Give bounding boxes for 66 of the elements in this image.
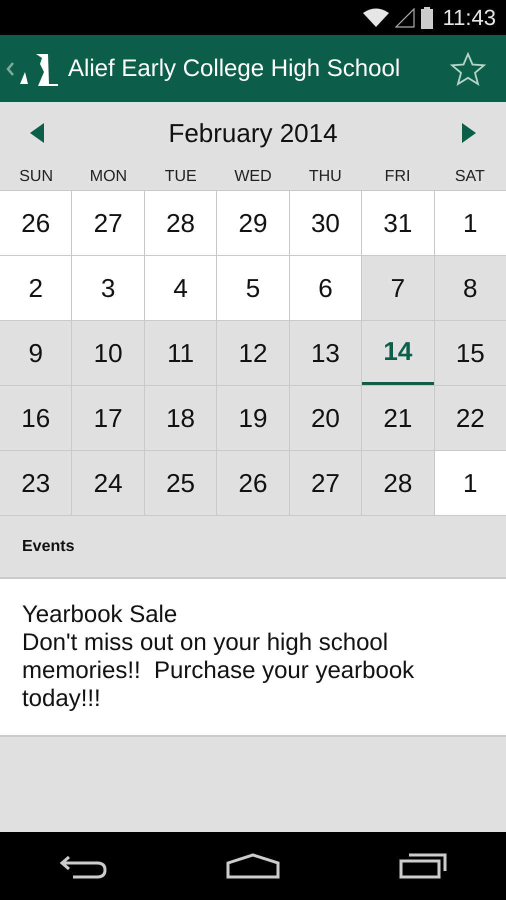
- back-icon: [59, 853, 108, 879]
- day-cell[interactable]: 3: [72, 256, 144, 320]
- day-cell[interactable]: 25: [144, 451, 216, 515]
- day-cell[interactable]: 7: [362, 256, 434, 320]
- day-cell[interactable]: 23: [0, 451, 72, 515]
- weekday-label: MON: [90, 168, 128, 186]
- day-cell[interactable]: 13: [290, 321, 362, 385]
- day-cell[interactable]: 14: [362, 321, 434, 385]
- app-title: Alief Early College High School: [68, 54, 402, 82]
- day-cell[interactable]: 8: [434, 256, 506, 320]
- day-cell[interactable]: 20: [290, 386, 362, 450]
- battery-icon: [420, 6, 433, 28]
- weekday-label: FRI: [384, 168, 410, 186]
- day-cell[interactable]: 28: [362, 451, 434, 515]
- day-cell[interactable]: 28: [144, 191, 216, 255]
- day-cell[interactable]: 26: [217, 451, 289, 515]
- day-cell[interactable]: 1: [434, 451, 506, 515]
- day-cell[interactable]: 21: [362, 386, 434, 450]
- clock-text: 11:43: [442, 4, 496, 30]
- weekday-label: TUE: [164, 168, 197, 186]
- day-cell[interactable]: 30: [290, 191, 362, 255]
- day-cell[interactable]: 1: [434, 191, 506, 255]
- day-cell[interactable]: 19: [217, 386, 289, 450]
- day-cell[interactable]: 22: [434, 386, 506, 450]
- next-month-button[interactable]: [462, 123, 476, 143]
- recents-icon: [398, 853, 447, 879]
- day-cell[interactable]: 15: [434, 321, 506, 385]
- left-triangle-icon: [30, 123, 44, 143]
- weekday-label: SAT: [454, 168, 485, 186]
- day-cell[interactable]: 26: [0, 191, 72, 255]
- day-cell[interactable]: 31: [362, 191, 434, 255]
- day-cell[interactable]: 11: [144, 321, 216, 385]
- signal-icon: [394, 8, 415, 28]
- logo-icon: [18, 52, 58, 86]
- day-cell[interactable]: 5: [217, 256, 289, 320]
- day-cell[interactable]: 12: [217, 321, 289, 385]
- day-cell[interactable]: 27: [72, 191, 144, 255]
- day-cell[interactable]: 17: [72, 386, 144, 450]
- day-cell[interactable]: 10: [72, 321, 144, 385]
- day-cell[interactable]: 4: [144, 256, 216, 320]
- weekday-label: SUN: [19, 168, 54, 186]
- day-cell[interactable]: 27: [290, 451, 362, 515]
- previous-month-button[interactable]: [30, 123, 44, 143]
- day-cell[interactable]: 9: [0, 321, 72, 385]
- back-button[interactable]: [59, 853, 108, 879]
- day-cell[interactable]: 24: [72, 451, 144, 515]
- wifi-icon: [362, 8, 389, 28]
- day-cell[interactable]: 29: [217, 191, 289, 255]
- right-triangle-icon: [462, 123, 476, 143]
- day-cell[interactable]: 16: [0, 386, 72, 450]
- weekday-label: THU: [308, 168, 342, 186]
- house-icon: [226, 853, 280, 879]
- event-title: Yearbook Sale: [22, 601, 178, 629]
- section-heading: Events: [22, 538, 74, 556]
- day-cell[interactable]: 18: [144, 386, 216, 450]
- month-title: February 2014: [168, 118, 338, 148]
- home-nav-button[interactable]: [226, 853, 280, 879]
- event-description: Don't miss out on your high school memories!! Purchase your yearbook today!!!: [22, 629, 416, 713]
- day-cell[interactable]: 2: [0, 256, 72, 320]
- favorite-button[interactable]: [450, 52, 486, 86]
- event-card[interactable]: Yearbook Sale Don't miss out on your high school memories!! Purchase your yearbook today!!!: [0, 579, 506, 737]
- recents-button[interactable]: [398, 853, 447, 879]
- weekday-label: WED: [234, 168, 272, 186]
- day-cell[interactable]: 6: [290, 256, 362, 320]
- back-caret-icon: [6, 62, 14, 76]
- star-icon: [450, 52, 486, 86]
